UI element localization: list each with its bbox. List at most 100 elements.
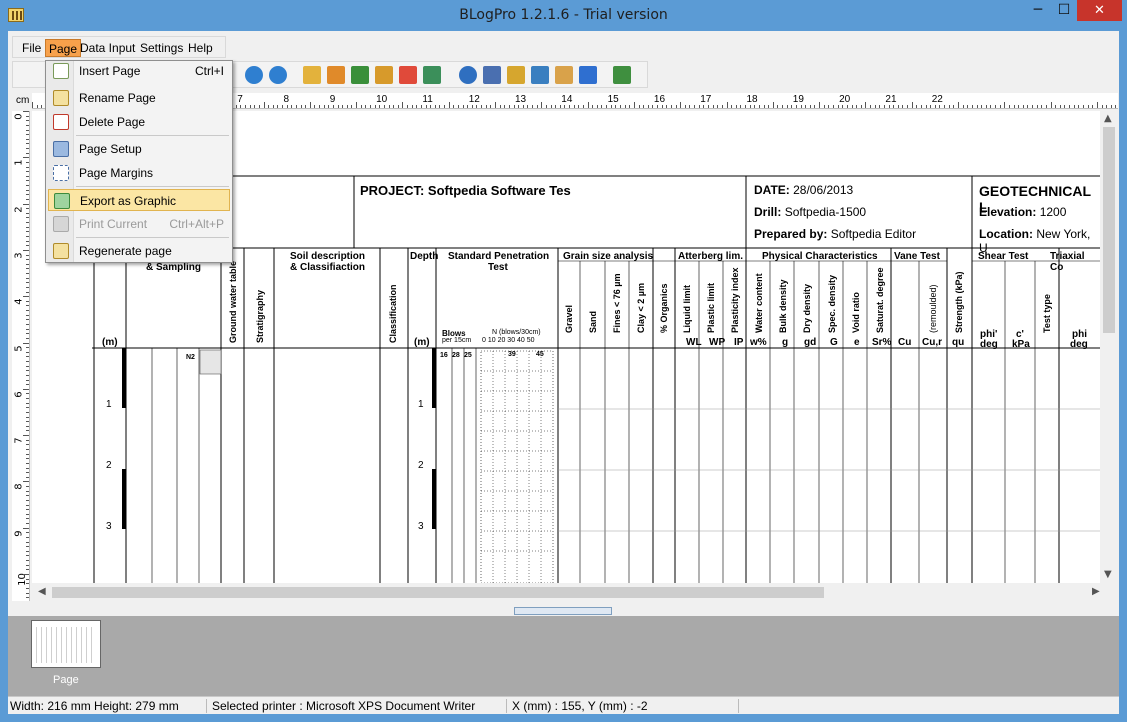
ruler-tick-label: 14 [561, 94, 573, 105]
status-bar: Width: 216 mm Height: 279 mm Selected pr… [8, 696, 1119, 714]
legend-icon[interactable] [423, 66, 441, 84]
export-icon[interactable] [613, 66, 631, 84]
scroll-right-icon[interactable]: ▶ [1092, 586, 1100, 597]
grain-header: Grain size analysis [563, 251, 654, 262]
info-icon[interactable] [459, 66, 477, 84]
menu-item-print-current[interactable]: Print Current Ctrl+Alt+P [48, 213, 230, 235]
ruler-tick-label: 7 [237, 94, 243, 105]
ruler-unit: cm [16, 95, 30, 106]
n-scale: 0 10 20 30 40 50 [482, 337, 535, 344]
project-field: PROJECT: Softpedia Software Tes [360, 183, 571, 198]
drill-field: Drill: Softpedia-1500 [754, 205, 867, 219]
menu-file[interactable]: File [19, 39, 44, 57]
date-field: DATE: 28/06/2013 [754, 183, 854, 197]
menu-help[interactable]: Help [185, 39, 216, 57]
unit-wl: WL [686, 337, 702, 348]
vertical-scroll-thumb[interactable] [1103, 127, 1115, 333]
unit-gd: gd [804, 337, 817, 348]
minimize-button[interactable]: ─ [1025, 0, 1051, 21]
horizontal-scrollbar[interactable]: ◀ ▶ [32, 584, 1118, 601]
page-thumbnail-label: Page [53, 674, 79, 686]
page-margins-icon [53, 165, 69, 181]
status-divider [506, 699, 507, 713]
depth-mark-3b: 3 [418, 521, 424, 532]
text-icon[interactable] [579, 66, 597, 84]
depth-mark-2b: 2 [418, 460, 424, 471]
physical-header: Physical Characteristics [762, 251, 878, 262]
maximize-button[interactable]: ☐ [1051, 0, 1077, 21]
menu-item-page-setup[interactable]: Page Setup [48, 138, 230, 160]
menu-item-label: Print Current [79, 217, 148, 231]
sort-icon[interactable] [327, 66, 345, 84]
menu-item-label: Export as Graphic [80, 194, 177, 208]
layer-icon[interactable] [399, 66, 417, 84]
scroll-left-icon[interactable]: ◀ [38, 586, 46, 597]
strength-header: Strength (kPa) [954, 271, 964, 333]
menu-item-label: Regenerate page [79, 244, 172, 258]
scroll-up-icon[interactable]: ▲ [1104, 113, 1112, 124]
vane-header: Vane Test [894, 251, 940, 262]
depth-header: Depth [410, 251, 439, 262]
depth-mark-1: 1 [106, 399, 112, 410]
menu-separator [76, 186, 229, 187]
table-icon[interactable] [531, 66, 549, 84]
printer-icon [53, 216, 69, 232]
void-ratio-header: Void ratio [851, 292, 861, 333]
horizontal-scroll-thumb[interactable] [52, 587, 824, 598]
sample-label: N2 [186, 354, 195, 361]
n-value-1: 39 [508, 351, 516, 358]
ruler-tick-label: 13 [515, 94, 527, 105]
blow-value-2: 28 [452, 352, 460, 359]
grid-icon[interactable] [483, 66, 501, 84]
ruler-tick-label: 12 [468, 94, 480, 105]
menu-item-label: Rename Page [79, 91, 156, 105]
spt-header: Standard Penetration [448, 251, 550, 262]
coords-status: X (mm) : 155, Y (mm) : -2 [512, 699, 648, 713]
spec-density-header: Spec. density [827, 274, 837, 333]
ruler-tick-label: 19 [792, 94, 804, 105]
status-divider [206, 699, 207, 713]
page-menu-dropdown: Insert Page Ctrl+I Rename Page Delete Pa… [45, 60, 233, 263]
unit-w: w% [750, 337, 767, 348]
zoom-out-icon[interactable] [269, 66, 287, 84]
ruler-tick-label: 6 [13, 391, 25, 398]
note-icon[interactable] [555, 66, 573, 84]
panel-splitter[interactable] [514, 607, 612, 615]
edit-icon[interactable] [507, 66, 525, 84]
depth-mark-3: 3 [106, 521, 112, 532]
sample-icon[interactable] [375, 66, 393, 84]
vertical-scrollbar[interactable]: ▲ ▼ [1100, 111, 1118, 583]
menu-data-input[interactable]: Data Input [77, 39, 138, 57]
unit-e: e [854, 337, 860, 348]
ruler-tick-label: 8 [283, 94, 290, 105]
menu-item-insert-page[interactable]: Insert Page Ctrl+I [48, 60, 230, 82]
page-thumbnail[interactable] [31, 620, 101, 668]
menu-item-delete-page[interactable]: Delete Page [48, 111, 230, 133]
ruler-tick-label: 9 [13, 530, 25, 537]
deg-label: deg [980, 339, 998, 350]
column-icon[interactable] [303, 66, 321, 84]
menu-item-rename-page[interactable]: Rename Page [48, 87, 230, 109]
menu-item-shortcut: Ctrl+Alt+P [169, 217, 224, 231]
liquid-limit-header: Liquid limit [682, 285, 692, 333]
soil-class-header: & Classifiaction [290, 262, 366, 273]
zoom-in-icon[interactable] [245, 66, 263, 84]
menu-item-export-graphic[interactable]: Export as Graphic [48, 189, 230, 211]
scroll-down-icon[interactable]: ▼ [1104, 569, 1112, 580]
shear-header: Shear Test [978, 251, 1029, 262]
nblows-label: N (blows/30cm) [492, 329, 541, 336]
ruler-tick-label: 11 [422, 94, 433, 105]
ruler-tick-label: 16 [653, 94, 666, 105]
menu-settings[interactable]: Settings [137, 39, 186, 57]
menu-page[interactable]: Page [45, 39, 82, 57]
close-button[interactable]: ✕ [1077, 0, 1122, 21]
water-level-icon[interactable] [351, 66, 369, 84]
unit-g: g [782, 337, 789, 348]
ruler-tick-label: 17 [700, 94, 712, 105]
unit-m: (m) [102, 337, 118, 348]
blow-value-1: 16 [440, 352, 448, 359]
vertical-ruler: 0 1 2 3 4 5 6 7 8 9 10 [12, 111, 30, 601]
menu-item-regenerate-page[interactable]: Regenerate page [48, 240, 230, 262]
menu-item-page-margins[interactable]: Page Margins [48, 162, 230, 184]
prepared-field: Prepared by: Softpedia Editor [754, 227, 917, 241]
